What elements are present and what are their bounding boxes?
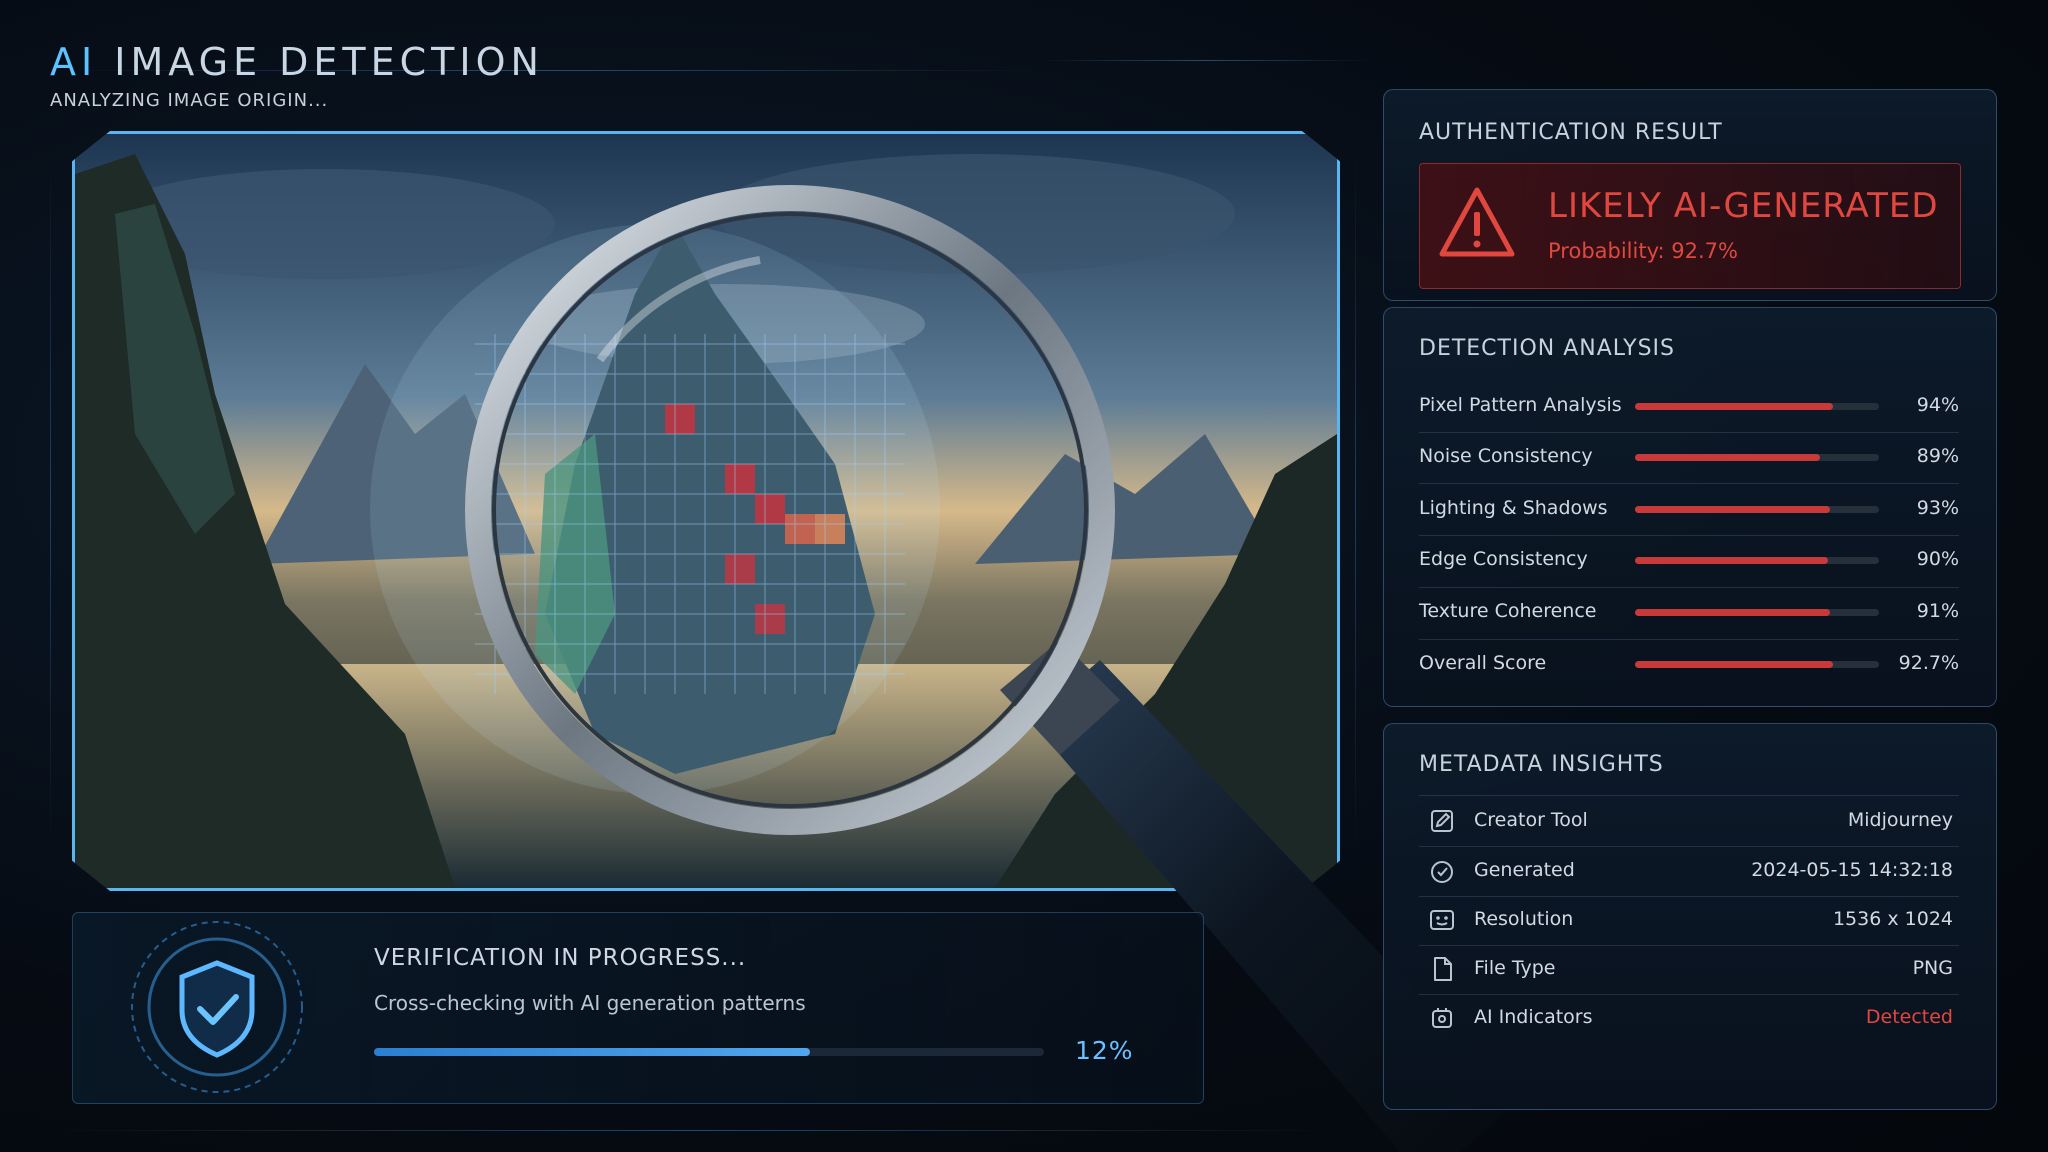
metadata-row: Generated 2024-05-15 14:32:18 — [1419, 847, 1959, 896]
metric-value: 94% — [1916, 394, 1959, 416]
verification-progress-fill — [374, 1048, 810, 1056]
metric-value: 92.7% — [1898, 652, 1959, 674]
metric-bar-track — [1635, 661, 1879, 668]
decor-line — [1040, 60, 1370, 61]
metadata-row: File Type PNG — [1419, 945, 1959, 994]
divider — [1419, 483, 1959, 484]
metric-label: Noise Consistency — [1419, 445, 1593, 467]
metadata-label: AI Indicators — [1474, 1006, 1593, 1028]
metadata-value: 2024-05-15 14:32:18 — [1751, 859, 1953, 881]
metric-label: Pixel Pattern Analysis — [1419, 394, 1622, 416]
detection-analysis-panel: DETECTION ANALYSIS Pixel Pattern Analysi… — [1383, 307, 1997, 707]
authentication-result-box: LIKELY AI-GENERATED Probability: 92.7% — [1419, 163, 1961, 289]
metadata-label: Generated — [1474, 859, 1575, 881]
metric-value: 91% — [1916, 600, 1959, 622]
metric-value: 93% — [1916, 497, 1959, 519]
page-subtitle: ANALYZING IMAGE ORIGIN... — [50, 90, 329, 111]
metric-bar-fill — [1635, 403, 1833, 410]
metric-value: 89% — [1916, 445, 1959, 467]
verification-progress-label: 12% — [1075, 1036, 1134, 1065]
metric-bar-track — [1635, 609, 1879, 616]
decor-line — [50, 150, 51, 850]
divider — [1419, 795, 1959, 796]
edit-icon — [1431, 810, 1453, 832]
title-ai: AI — [50, 40, 98, 84]
metric-bar-track — [1635, 403, 1879, 410]
title-rest: IMAGE DETECTION — [114, 40, 544, 84]
warning-icon — [1439, 187, 1515, 257]
metadata-row: Creator Tool Midjourney — [1419, 797, 1959, 846]
metric-value: 90% — [1916, 548, 1959, 570]
metadata-row: AI Indicators Detected — [1419, 994, 1959, 1043]
ai-chip-icon — [1432, 1008, 1452, 1028]
metric-label: Overall Score — [1419, 652, 1547, 674]
verification-title: VERIFICATION IN PROGRESS... — [374, 945, 747, 971]
file-icon — [1434, 957, 1452, 981]
clock-icon — [1431, 861, 1453, 883]
metric-row: Edge Consistency 90% — [1419, 536, 1959, 586]
metric-row: Overall Score 92.7% — [1419, 640, 1959, 690]
authentication-panel: AUTHENTICATION RESULT LIKELY AI-GENERATE… — [1383, 89, 1997, 301]
metric-row: Texture Coherence 91% — [1419, 588, 1959, 638]
metric-bar-fill — [1635, 557, 1828, 564]
authentication-probability: Probability: 92.7% — [1548, 239, 1738, 263]
page-title: AI IMAGE DETECTION — [50, 40, 544, 84]
metric-bar-fill — [1635, 661, 1833, 668]
metric-row: Pixel Pattern Analysis 94% — [1419, 382, 1959, 432]
verification-description: Cross-checking with AI generation patter… — [374, 991, 806, 1015]
metric-label: Lighting & Shadows — [1419, 497, 1608, 519]
authentication-result-label: LIKELY AI-GENERATED — [1548, 186, 1939, 226]
shield-check-icon — [131, 921, 303, 1093]
metadata-label: Resolution — [1474, 908, 1574, 930]
metric-label: Edge Consistency — [1419, 548, 1588, 570]
metric-bar-fill — [1635, 454, 1821, 461]
metric-row: Lighting & Shadows 93% — [1419, 485, 1959, 535]
metadata-label: File Type — [1474, 957, 1556, 979]
metric-bar-fill — [1635, 609, 1831, 616]
metadata-value: PNG — [1912, 957, 1953, 979]
resolution-icon — [1430, 910, 1454, 930]
detection-analysis-title: DETECTION ANALYSIS — [1419, 336, 1675, 361]
metric-bar-track — [1635, 557, 1879, 564]
metadata-title: METADATA INSIGHTS — [1419, 752, 1664, 777]
metric-bar-track — [1635, 454, 1879, 461]
metadata-value: Midjourney — [1847, 809, 1953, 831]
metadata-value: 1536 x 1024 — [1832, 908, 1953, 930]
authentication-title: AUTHENTICATION RESULT — [1419, 120, 1723, 145]
metadata-label: Creator Tool — [1474, 809, 1588, 831]
metric-bar-fill — [1635, 506, 1831, 513]
metric-bar-track — [1635, 506, 1879, 513]
metadata-panel: METADATA INSIGHTS Creator Tool Midjourne… — [1383, 723, 1997, 1110]
metric-row: Noise Consistency 89% — [1419, 433, 1959, 483]
metric-label: Texture Coherence — [1419, 600, 1597, 622]
metadata-value: Detected — [1865, 1006, 1953, 1028]
metadata-row: Resolution 1536 x 1024 — [1419, 896, 1959, 945]
